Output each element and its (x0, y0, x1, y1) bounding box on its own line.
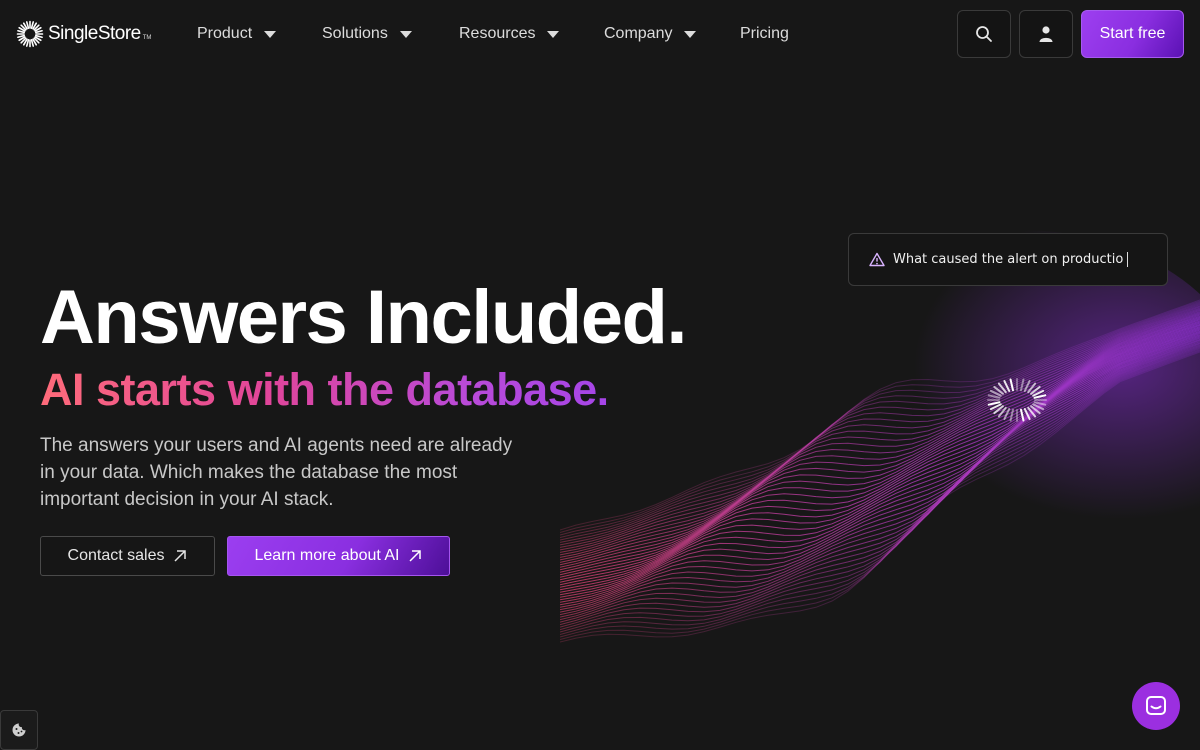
start-free-button[interactable]: Start free (1081, 10, 1184, 58)
nav-item-label: Resources (459, 25, 536, 42)
brand-name: SingleStore (48, 23, 141, 44)
account-button[interactable] (1019, 10, 1073, 58)
chat-launcher-button[interactable] (1132, 682, 1180, 730)
prompt-text: What caused the alert on productio (893, 252, 1124, 267)
chevron-down-icon (684, 30, 697, 38)
hero-description: The answers your users and AI agents nee… (40, 435, 513, 510)
text-cursor (1127, 252, 1128, 267)
contact-sales-label: Contact sales (67, 547, 165, 564)
nav-item-company[interactable]: Company (604, 22, 697, 46)
hero-title: Answers Included. (40, 275, 688, 360)
nav-item-solutions[interactable]: Solutions (322, 22, 412, 46)
learn-more-ai-button[interactable]: Learn more about AI (227, 536, 450, 576)
singlestore-logo-icon (16, 20, 44, 48)
nav-item-label: Pricing (740, 25, 789, 42)
learn-more-label: Learn more about AI (254, 547, 400, 564)
loading-spinner-icon (987, 378, 1047, 422)
singlestore-logo[interactable]: SingleStore TM (16, 19, 151, 49)
ai-prompt-card: What caused the alert on productio (848, 233, 1168, 286)
search-icon (976, 26, 992, 42)
user-icon (1039, 26, 1053, 42)
contact-sales-button[interactable]: Contact sales (40, 536, 215, 576)
nav-item-resources[interactable]: Resources (459, 22, 560, 46)
nav-item-label: Solutions (322, 25, 388, 42)
nav-item-product[interactable]: Product (197, 22, 277, 46)
cookie-settings-button[interactable] (0, 710, 38, 750)
nav-item-label: Product (197, 25, 253, 42)
chat-icon (1146, 696, 1166, 715)
chevron-down-icon (264, 30, 277, 38)
hero-subtitle: AI starts with the database. (40, 364, 609, 415)
chevron-down-icon (399, 30, 412, 38)
trademark-mark: TM (142, 35, 152, 41)
site-header: SingleStore TM Product Solutions Resourc… (0, 0, 1200, 68)
chevron-down-icon (547, 30, 560, 38)
arrow-up-right-icon (174, 550, 187, 562)
cookie-icon (12, 723, 26, 737)
arrow-up-right-icon (409, 550, 422, 562)
nav-item-pricing[interactable]: Pricing (740, 22, 789, 46)
search-button[interactable] (957, 10, 1011, 58)
warning-icon (869, 252, 885, 267)
nav-item-label: Company (604, 25, 673, 42)
